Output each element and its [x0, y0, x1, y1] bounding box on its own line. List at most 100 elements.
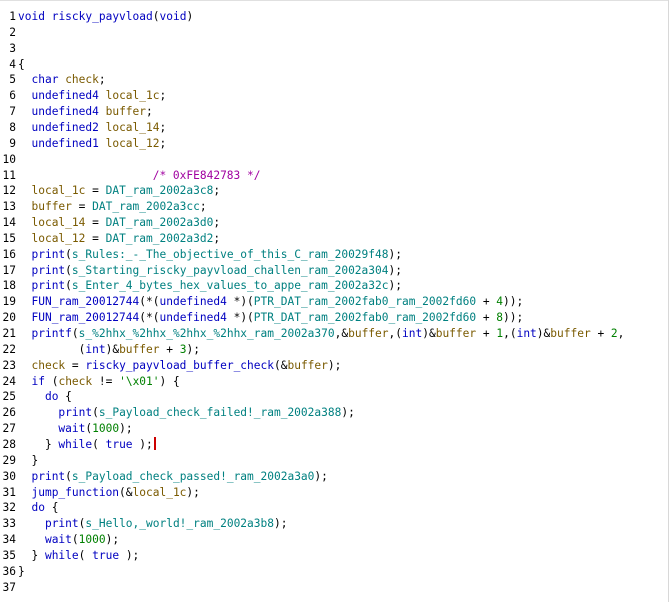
- code-token[interactable]: buffer: [287, 359, 327, 372]
- code-token[interactable]: print: [31, 248, 65, 261]
- code-line[interactable]: 32 do {: [0, 500, 59, 516]
- code-token[interactable]: undefined4: [31, 89, 98, 102]
- code-token[interactable]: DAT_ram_2002a3d2: [106, 232, 214, 245]
- code-line[interactable]: 31 jump_function(&local_1c);: [0, 485, 200, 501]
- code-token[interactable]: print: [31, 279, 65, 292]
- code-token[interactable]: DAT_ram_2002a3cc: [92, 200, 200, 213]
- code-line[interactable]: 12 local_1c = DAT_ram_2002a3c8;: [0, 183, 221, 199]
- code-token[interactable]: undefined2: [31, 121, 98, 134]
- code-token[interactable]: jump_function: [31, 486, 119, 499]
- code-token[interactable]: s_%2hhx_%2hhx_%2hhx_%2hhx_ram_2002a370: [79, 327, 335, 340]
- code-token[interactable]: riscky_payvload_buffer_check: [85, 359, 274, 372]
- code-token[interactable]: s_Payload_check_passed!_ram_2002a3a0: [72, 470, 314, 483]
- code-token[interactable]: s_Payload_check_failed!_ram_2002a388: [99, 406, 341, 419]
- code-token[interactable]: undefined4: [31, 105, 98, 118]
- code-token[interactable]: PTR_DAT_ram_2002fab0_ram_2002fd60: [254, 311, 476, 324]
- code-line[interactable]: 23 check = riscky_payvload_buffer_check(…: [0, 358, 342, 374]
- code-line[interactable]: 33 print(s_Hello,_world!_ram_2002a3b8);: [0, 516, 288, 532]
- code-token[interactable]: DAT_ram_2002a3c8: [106, 184, 214, 197]
- decompiler-code-view[interactable]: 1 void riscky_payvload(void) 2 3 4{5 char ch…: [0, 0, 669, 602]
- code-token[interactable]: 1000: [79, 533, 106, 546]
- code-token[interactable]: void: [160, 10, 187, 23]
- code-token[interactable]: local_14: [106, 121, 160, 134]
- code-token[interactable]: buffer: [119, 343, 159, 356]
- code-line[interactable]: 4{: [0, 57, 25, 73]
- code-token[interactable]: if: [31, 375, 44, 388]
- code-line[interactable]: 30 print(s_Payload_check_passed!_ram_200…: [0, 469, 328, 485]
- code-token[interactable]: int: [85, 343, 105, 356]
- code-line[interactable]: 13 buffer = DAT_ram_2002a3cc;: [0, 199, 207, 215]
- code-line[interactable]: 26 print(s_Payload_check_failed!_ram_200…: [0, 405, 355, 421]
- code-token[interactable]: undefined4: [159, 295, 226, 308]
- code-token[interactable]: true: [92, 549, 119, 562]
- code-token[interactable]: while: [45, 549, 79, 562]
- code-line[interactable]: 25 do {: [0, 389, 72, 405]
- code-token[interactable]: '\x01': [119, 375, 159, 388]
- code-token[interactable]: print: [31, 264, 65, 277]
- code-line[interactable]: 35 } while( true );: [0, 548, 140, 564]
- code-token[interactable]: s_Starting_riscky_payvload_challen_ram_2…: [72, 264, 389, 277]
- code-token[interactable]: wait: [58, 422, 85, 435]
- code-token[interactable]: local_12: [31, 232, 85, 245]
- code-line[interactable]: 3: [0, 41, 18, 57]
- code-token[interactable]: print: [45, 517, 79, 530]
- code-token[interactable]: check: [58, 375, 92, 388]
- code-line[interactable]: 34 wait(1000);: [0, 532, 120, 548]
- code-token[interactable]: s_Rules:_-_The_objective_of_this_C_ram_2…: [72, 248, 389, 261]
- code-token[interactable]: riscky_payvload: [52, 10, 153, 23]
- code-line[interactable]: 1 void riscky_payvload(void): [0, 9, 193, 25]
- code-token[interactable]: local_1c: [106, 89, 160, 102]
- code-line[interactable]: 18 print(s_Enter_4_bytes_hex_values_to_a…: [0, 278, 402, 294]
- code-token[interactable]: /* 0xFE842783 */: [153, 169, 261, 182]
- code-token[interactable]: true: [106, 438, 133, 451]
- code-token[interactable]: local_14: [31, 216, 85, 229]
- code-token[interactable]: s_Enter_4_bytes_hex_values_to_appe_ram_2…: [72, 279, 389, 292]
- code-token[interactable]: wait: [45, 533, 72, 546]
- code-token[interactable]: undefined4: [159, 311, 226, 324]
- code-line[interactable]: 36}: [0, 564, 25, 580]
- code-token[interactable]: local_1c: [133, 486, 187, 499]
- code-line[interactable]: 22 (int)&buffer + 3);: [0, 342, 200, 358]
- code-token[interactable]: check: [31, 359, 65, 372]
- code-token[interactable]: void: [18, 10, 45, 23]
- code-line[interactable]: 24 if (check != '\x01') {: [0, 374, 180, 390]
- code-line[interactable]: 17 print(s_Starting_riscky_payvload_chal…: [0, 263, 402, 279]
- code-token[interactable]: FUN_ram_20012744: [31, 295, 139, 308]
- code-line[interactable]: 28 } while( true );: [0, 436, 156, 453]
- code-line[interactable]: 2: [0, 25, 18, 41]
- code-line[interactable]: 8 undefined2 local_14;: [0, 120, 166, 136]
- code-token[interactable]: buffer: [106, 105, 146, 118]
- code-token[interactable]: print: [58, 406, 92, 419]
- code-line[interactable]: 14 local_14 = DAT_ram_2002a3d0;: [0, 215, 221, 231]
- code-line[interactable]: 9 undefined1 local_12;: [0, 136, 166, 152]
- code-token[interactable]: int: [402, 327, 422, 340]
- code-token[interactable]: s_Hello,_world!_ram_2002a3b8: [85, 517, 274, 530]
- code-token[interactable]: print: [31, 470, 65, 483]
- code-token[interactable]: buffer: [550, 327, 590, 340]
- code-line[interactable]: 5 char check;: [0, 72, 105, 88]
- code-line[interactable]: 6 undefined4 local_1c;: [0, 88, 166, 104]
- code-line[interactable]: 37: [0, 580, 18, 596]
- code-token[interactable]: while: [58, 438, 92, 451]
- code-line[interactable]: 19 FUN_ram_20012744(*(undefined4 *)(PTR_…: [0, 294, 524, 310]
- code-token[interactable]: FUN_ram_20012744: [31, 311, 139, 324]
- code-line[interactable]: 16 print(s_Rules:_-_The_objective_of_thi…: [0, 247, 402, 263]
- code-token[interactable]: int: [517, 327, 537, 340]
- code-token[interactable]: printf: [31, 327, 71, 340]
- code-token[interactable]: PTR_DAT_ram_2002fab0_ram_2002fd60: [254, 295, 476, 308]
- code-token[interactable]: do: [31, 501, 44, 514]
- code-token[interactable]: buffer: [436, 327, 476, 340]
- code-token[interactable]: do: [45, 390, 58, 403]
- code-line[interactable]: 21 printf(s_%2hhx_%2hhx_%2hhx_%2hhx_ram_…: [0, 326, 625, 342]
- code-token[interactable]: buffer: [31, 200, 71, 213]
- code-line[interactable]: 20 FUN_ram_20012744(*(undefined4 *)(PTR_…: [0, 310, 524, 326]
- code-token[interactable]: local_12: [106, 137, 160, 150]
- code-line[interactable]: 29 }: [0, 453, 39, 469]
- code-line[interactable]: 7 undefined4 buffer;: [0, 104, 153, 120]
- code-line[interactable]: 15 local_12 = DAT_ram_2002a3d2;: [0, 231, 221, 247]
- code-line[interactable]: 27 wait(1000);: [0, 421, 133, 437]
- code-token[interactable]: check: [65, 73, 99, 86]
- code-token[interactable]: buffer: [348, 327, 388, 340]
- code-token[interactable]: undefined1: [31, 137, 98, 150]
- code-token[interactable]: DAT_ram_2002a3d0: [106, 216, 214, 229]
